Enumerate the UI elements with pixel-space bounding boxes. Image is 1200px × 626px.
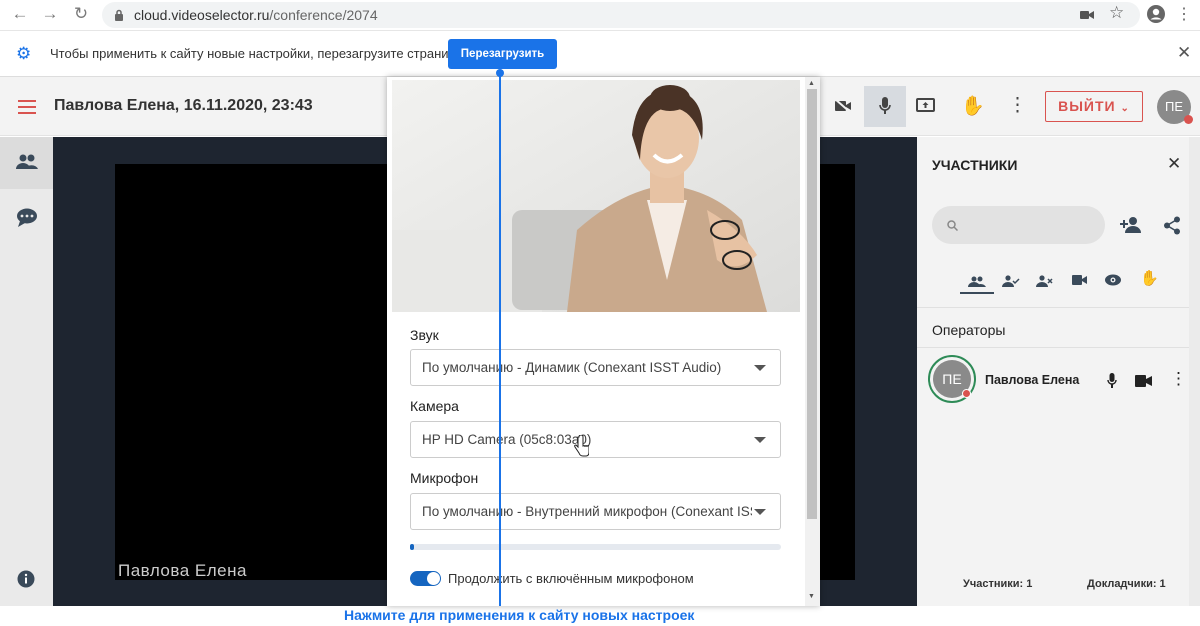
infobar-message: Чтобы применить к сайту новые настройки,…: [50, 46, 463, 61]
operator-name: Павлова Елена: [985, 373, 1080, 387]
back-icon[interactable]: ←: [10, 4, 30, 24]
operator-more-icon[interactable]: ⋮: [1170, 369, 1187, 389]
caret-down-icon: [754, 365, 766, 371]
status-dot: [1184, 115, 1193, 124]
continue-mic-toggle[interactable]: [410, 571, 441, 586]
screen-share-icon[interactable]: [916, 98, 935, 114]
participants-count: Участники: 1: [963, 578, 1033, 590]
camera-icon[interactable]: [1080, 10, 1094, 20]
left-sidebar: [0, 137, 53, 606]
info-icon[interactable]: [17, 570, 35, 588]
star-icon[interactable]: ☆: [1109, 3, 1124, 23]
annotation-dot: [496, 69, 504, 77]
continue-mic-label: Продолжить с включённым микрофоном: [448, 571, 694, 586]
more-vert-icon[interactable]: ⋮: [1008, 94, 1027, 117]
camera-preview: [392, 80, 800, 312]
forward-icon[interactable]: →: [40, 4, 60, 24]
mic-icon[interactable]: [1107, 373, 1117, 388]
operator-avatar[interactable]: ПЕ: [928, 355, 976, 403]
device-settings-modal: Звук По умолчанию - Динамик (Conexant IS…: [387, 77, 820, 606]
sound-label: Звук: [410, 327, 439, 343]
participants-panel: УЧАСТНИКИ ✕ ✋ Операторы ПЕ Павлова Елена: [917, 137, 1200, 606]
add-user-icon[interactable]: [1120, 216, 1142, 233]
operators-label: Операторы: [932, 322, 1006, 338]
people-icon: [968, 276, 986, 287]
panel-scrollbar[interactable]: [1189, 137, 1200, 606]
browser-toolbar: ← → ↻ cloud.videoselector.ru/conference/…: [0, 0, 1200, 30]
hand-filter-icon[interactable]: ✋: [1140, 269, 1159, 287]
camera-off-icon[interactable]: [834, 98, 852, 114]
eye-icon[interactable]: [1105, 274, 1121, 286]
scroll-down-icon[interactable]: ▼: [808, 593, 815, 600]
sidebar-item-participants[interactable]: [0, 137, 53, 189]
address-bar[interactable]: cloud.videoselector.ru/conference/2074 ☆: [102, 2, 1140, 28]
share-icon[interactable]: [1163, 216, 1181, 235]
sound-select[interactable]: По умолчанию - Динамик (Conexant ISST Au…: [410, 349, 781, 386]
caret-down-icon: [754, 509, 766, 515]
meeting-title: Павлова Елена, 16.11.2020, 23:43: [54, 97, 313, 114]
close-panel-icon[interactable]: ✕: [1167, 154, 1181, 174]
reload-button[interactable]: Перезагрузить: [448, 39, 557, 69]
panel-title: УЧАСТНИКИ: [932, 157, 1018, 173]
close-icon[interactable]: ✕: [1177, 43, 1191, 63]
search-icon: [947, 220, 958, 231]
speaker-name: Павлова Елена: [118, 561, 247, 580]
status-dot: [962, 389, 971, 398]
chevron-down-icon: ⌄: [1120, 103, 1130, 114]
sound-value: По умолчанию - Динамик (Conexant ISST Au…: [422, 360, 722, 375]
people-check-icon[interactable]: [1002, 275, 1020, 287]
hand-cursor-icon: [574, 435, 589, 457]
camera-icon[interactable]: [1135, 375, 1152, 387]
speakers-count: Докладчики: 1: [1087, 578, 1166, 590]
modal-scroll-thumb[interactable]: [807, 89, 817, 519]
hamburger-icon[interactable]: [18, 100, 36, 114]
url-host: cloud.videoselector.ru: [134, 7, 270, 23]
exit-label: ВЫЙТИ: [1058, 98, 1116, 114]
mic-label: Микрофон: [410, 470, 479, 486]
camera-label: Камера: [410, 398, 459, 414]
annotation-line: [499, 72, 501, 606]
menu-icon[interactable]: ⋮: [1176, 4, 1192, 24]
mic-select[interactable]: По умолчанию - Внутренний микрофон (Cone…: [410, 493, 781, 530]
camera-select[interactable]: HP HD Camera (05c8:03a0): [410, 421, 781, 458]
mic-button[interactable]: [864, 86, 906, 127]
mic-icon: [879, 97, 891, 114]
exit-button[interactable]: ВЫЙТИ ⌄: [1045, 91, 1143, 122]
lock-icon: [115, 9, 123, 21]
toggle-knob: [427, 572, 440, 585]
gear-icon: ⚙: [16, 44, 32, 63]
mic-level-fill: [410, 544, 414, 550]
url-text: cloud.videoselector.ru/conference/2074: [134, 7, 378, 23]
tab-all-participants[interactable]: [960, 272, 994, 294]
url-path: /conference/2074: [269, 7, 378, 23]
participant-search-input[interactable]: [932, 206, 1105, 244]
people-icon: [16, 154, 38, 169]
scroll-up-icon[interactable]: ▲: [808, 80, 815, 87]
people-remove-icon[interactable]: [1036, 275, 1054, 287]
account-icon[interactable]: [1146, 4, 1166, 24]
mic-value: По умолчанию - Внутренний микрофон (Cone…: [422, 504, 752, 519]
annotation-text: Нажмите для применения к сайту новых нас…: [344, 607, 695, 623]
caret-down-icon: [754, 437, 766, 443]
chat-icon[interactable]: [16, 208, 38, 228]
divider: [917, 307, 1200, 308]
avatar-initials: ПЕ: [1164, 99, 1183, 114]
reload-infobar: ⚙ Чтобы применить к сайту новые настройк…: [0, 30, 1200, 77]
reload-icon[interactable]: ↻: [71, 4, 91, 24]
video-filter-icon[interactable]: [1072, 274, 1087, 286]
raise-hand-icon[interactable]: ✋: [961, 94, 985, 118]
divider: [917, 347, 1200, 348]
mic-level-meter: [410, 544, 781, 550]
